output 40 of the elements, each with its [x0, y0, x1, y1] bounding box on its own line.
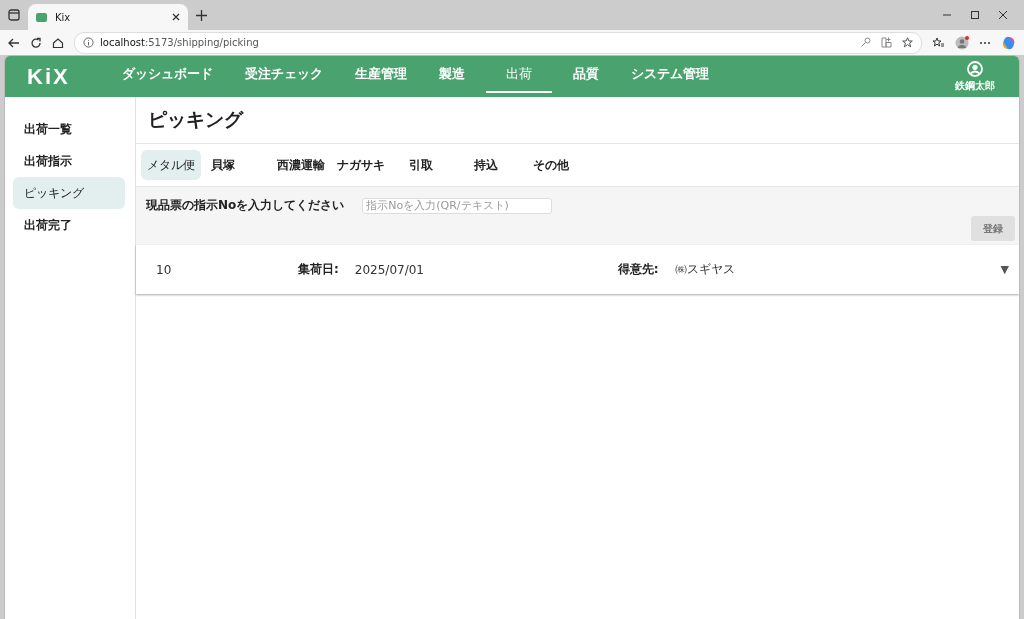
info-icon: [83, 37, 94, 48]
expand-toggle[interactable]: ▼: [1000, 263, 1009, 276]
date-value: 2025/07/01: [354, 262, 425, 277]
date-label: 集荷日:: [298, 261, 339, 278]
apps-icon[interactable]: [881, 37, 892, 48]
customer-value: ㈱スギヤス: [674, 261, 735, 278]
carrier-tab[interactable]: その他: [521, 150, 581, 180]
back-icon[interactable]: [8, 36, 20, 49]
carrier-tab[interactable]: ナガサキ: [331, 150, 391, 180]
address-bar[interactable]: localhost:5173/shipping/picking: [74, 31, 922, 54]
sidebar-item[interactable]: 出荷指示: [13, 145, 125, 177]
sidebar-item[interactable]: ピッキング: [13, 177, 125, 209]
reload-icon[interactable]: [30, 36, 42, 49]
tab-title: Kix: [55, 11, 72, 23]
carrier-tab[interactable]: 持込: [451, 150, 521, 180]
maximize-icon[interactable]: [970, 10, 980, 20]
browser-tab[interactable]: Kix: [28, 4, 188, 30]
new-tab-icon[interactable]: [196, 9, 207, 21]
instruction-label: 現品票の指示Noを入力してください: [146, 197, 345, 214]
sidebar-item[interactable]: 出荷完了: [13, 209, 125, 241]
record-number: 10: [156, 262, 173, 277]
carrier-tab[interactable]: メタル便: [141, 150, 201, 180]
favicon: [36, 12, 47, 22]
close-icon[interactable]: [172, 13, 180, 21]
close-icon[interactable]: [998, 10, 1008, 20]
url-text: localhost:5173/shipping/picking: [100, 37, 259, 48]
shipment-card[interactable]: 10 集荷日: 2025/07/01 得意先: ㈱スギヤス ▼: [136, 245, 1019, 294]
carrier-tab[interactable]: 西濃運輸: [271, 150, 331, 180]
user-avatar-icon[interactable]: [967, 60, 983, 77]
sidebar-toggle-icon[interactable]: [8, 9, 20, 21]
customer-label: 得意先:: [617, 261, 659, 278]
sidebar-item[interactable]: 出荷一覧: [13, 113, 125, 145]
carrier-tab[interactable]: 引取: [391, 150, 451, 180]
home-icon[interactable]: [52, 36, 64, 49]
carrier-tab[interactable]: 貝塚: [201, 150, 271, 180]
instruction-input[interactable]: 指示Noを入力(QR/テキスト): [362, 197, 553, 214]
page-title: ピッキング: [136, 97, 1019, 144]
star-icon[interactable]: [902, 37, 913, 48]
favorites-icon[interactable]: [932, 36, 945, 49]
profile-avatar-icon[interactable]: [955, 35, 969, 50]
